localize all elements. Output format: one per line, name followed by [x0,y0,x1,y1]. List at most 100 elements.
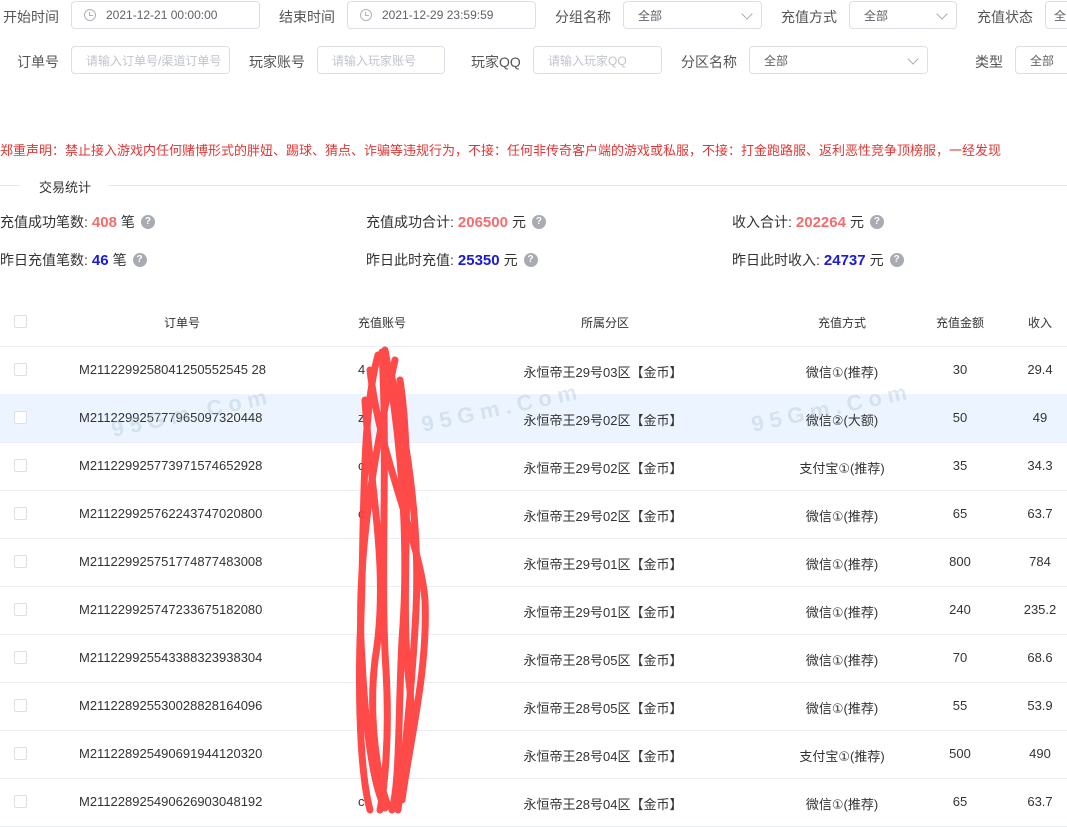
stat-unit: 笔 [112,252,127,268]
row-checkbox[interactable] [14,747,27,760]
stat-label: 昨日充值笔数: [0,252,88,268]
player-account-input[interactable]: 请输入玩家账号 [317,46,445,74]
cell-amount: 35 [952,458,968,473]
clock-icon [360,9,372,21]
row-checkbox[interactable] [14,795,27,808]
section-title: 交易统计 [39,180,92,195]
start-time-label: 开始时间 [3,9,59,25]
recharge-method-label: 充值方式 [781,9,837,25]
help-icon[interactable]: ? [531,215,546,229]
cell-amount: 70 [952,650,968,665]
zone-name-select[interactable]: 全部 [749,46,928,74]
group-name-select[interactable]: 全部 [623,1,762,29]
stat-value: 25350 [457,251,500,269]
start-time-value: 2021-12-21 00:00:00 [106,8,218,22]
cell-income: 490 [1029,746,1051,761]
table-row[interactable]: M211229925762243747020800 c 永恒帝王29号02区【金币】… [0,490,1067,539]
start-time-input[interactable]: 2021-12-21 00:00:00 [71,1,260,29]
cell-method: 微信①(推荐) [805,701,879,716]
row-checkbox[interactable] [14,411,27,424]
cell-zone: 永恒帝王28号04区【金币】 [523,749,683,764]
chevron-down-icon [936,8,948,20]
player-account-label: 玩家账号 [249,54,305,70]
help-icon[interactable]: ? [869,215,884,229]
table-row[interactable]: M211229925747233675182080 永恒帝王29号01区【金币】 微… [0,586,1067,635]
stat-yesterday-count: 昨日充值笔数: 46 笔 ? [0,250,147,270]
cell-income: 235.2 [1023,602,1057,617]
cell-zone: 永恒帝王29号02区【金币】 [523,461,683,476]
stat-unit: 元 [869,252,884,268]
row-checkbox[interactable] [14,363,27,376]
cell-amount: 240 [949,602,971,617]
cell-zone: 永恒帝王28号05区【金币】 [523,701,683,716]
clock-icon [84,9,96,21]
chevron-down-icon [907,53,919,65]
recharge-status-select[interactable]: 全 [1045,1,1067,29]
player-qq-label: 玩家QQ [471,54,521,70]
cell-zone: 永恒帝王28号05区【金币】 [523,653,683,668]
table-row[interactable]: M211229925543388323938304 永恒帝王28号05区【金币】 微… [0,634,1067,683]
player-qq-input[interactable]: 请输入玩家QQ [533,46,662,74]
stat-success-total: 充值成功合计: 206500 元 ? [366,212,546,232]
row-checkbox[interactable] [14,651,27,664]
stat-success-count: 充值成功笔数: 408 笔 ? [0,212,155,232]
help-icon[interactable]: ? [140,215,155,229]
stat-value: 24737 [823,251,866,269]
stat-label: 充值成功笔数: [0,214,88,230]
type-label: 类型 [975,54,1003,70]
row-checkbox[interactable] [14,603,27,616]
col-account: 充值账号 [357,316,407,330]
end-time-input[interactable]: 2021-12-29 23:59:59 [347,1,536,29]
stat-yesterday-recharge: 昨日此时充值: 25350 元 ? [366,250,538,270]
cell-zone: 永恒帝王28号04区【金币】 [523,797,683,812]
end-time-value: 2021-12-29 23:59:59 [382,8,494,22]
stat-yesterday-income: 昨日此时收入: 24737 元 ? [732,250,904,270]
cell-order-no: M211229925747233675182080 [79,602,263,617]
stat-label: 昨日此时收入: [732,252,820,268]
cell-zone: 永恒帝王29号02区【金币】 [523,413,683,428]
cell-order-no: M211229925773971574652928 [79,458,263,473]
cell-method: 微信①(推荐) [805,605,879,620]
cell-zone: 永恒帝王29号01区【金币】 [523,605,683,620]
cell-method: 支付宝①(推荐) [799,461,885,476]
cell-amount: 500 [949,746,971,761]
help-icon[interactable]: ? [523,253,538,267]
cell-income: 68.6 [1027,650,1053,665]
section-divider [108,185,1067,186]
row-checkbox[interactable] [14,699,27,712]
stat-income-total: 收入合计: 202264 元 ? [732,212,884,232]
disclaimer-notice: 郑重声明：禁止接入游戏内任何赌博形式的胖妞、踢球、猜点、诈骗等违规行为，不接：任… [0,143,1002,158]
row-checkbox[interactable] [14,507,27,520]
cell-income: 63.7 [1027,506,1053,521]
stat-unit: 笔 [120,214,135,230]
stat-unit: 元 [503,252,518,268]
zone-name-value: 全部 [764,53,789,68]
stat-unit: 元 [511,214,526,230]
help-icon[interactable]: ? [132,253,147,267]
stat-value: 408 [91,213,117,231]
table-row[interactable]: M211228925530028828164096 永恒帝王28号05区【金币】 微… [0,682,1067,731]
table-row[interactable]: M211229925751774877483008 永恒帝王29号01区【金币】 微… [0,538,1067,587]
stat-unit: 元 [849,214,864,230]
type-select[interactable]: 全部 [1015,46,1067,74]
stat-label: 收入合计: [732,214,792,230]
cell-zone: 永恒帝王29号03区【金币】 [523,365,683,380]
col-order-no: 订单号 [163,316,201,330]
cell-amount: 55 [952,698,968,713]
cell-method: 微信①(推荐) [805,509,879,524]
order-no-input[interactable]: 请输入订单号/渠道订单号 [71,46,230,74]
cell-income: 63.7 [1027,794,1053,809]
table-row[interactable]: M211228925490691944120320 永恒帝王28号04区【金币】 支… [0,730,1067,779]
row-checkbox[interactable] [14,459,27,472]
cell-income: 49 [1032,410,1048,425]
recharge-method-value: 全部 [864,8,889,23]
section-divider [0,185,20,186]
select-all-checkbox[interactable] [14,315,27,328]
help-icon[interactable]: ? [889,253,904,267]
row-checkbox[interactable] [14,555,27,568]
recharge-method-select[interactable]: 全部 [849,1,957,29]
player-qq-placeholder: 请输入玩家QQ [548,53,627,68]
table-row[interactable]: M211229925773971574652928 c 永恒帝王29号02区【金币】… [0,442,1067,491]
table-row[interactable]: M211228925490626903048192 c 永恒帝王28号04区【金币】… [0,778,1067,827]
cell-income: 29.4 [1027,362,1053,377]
